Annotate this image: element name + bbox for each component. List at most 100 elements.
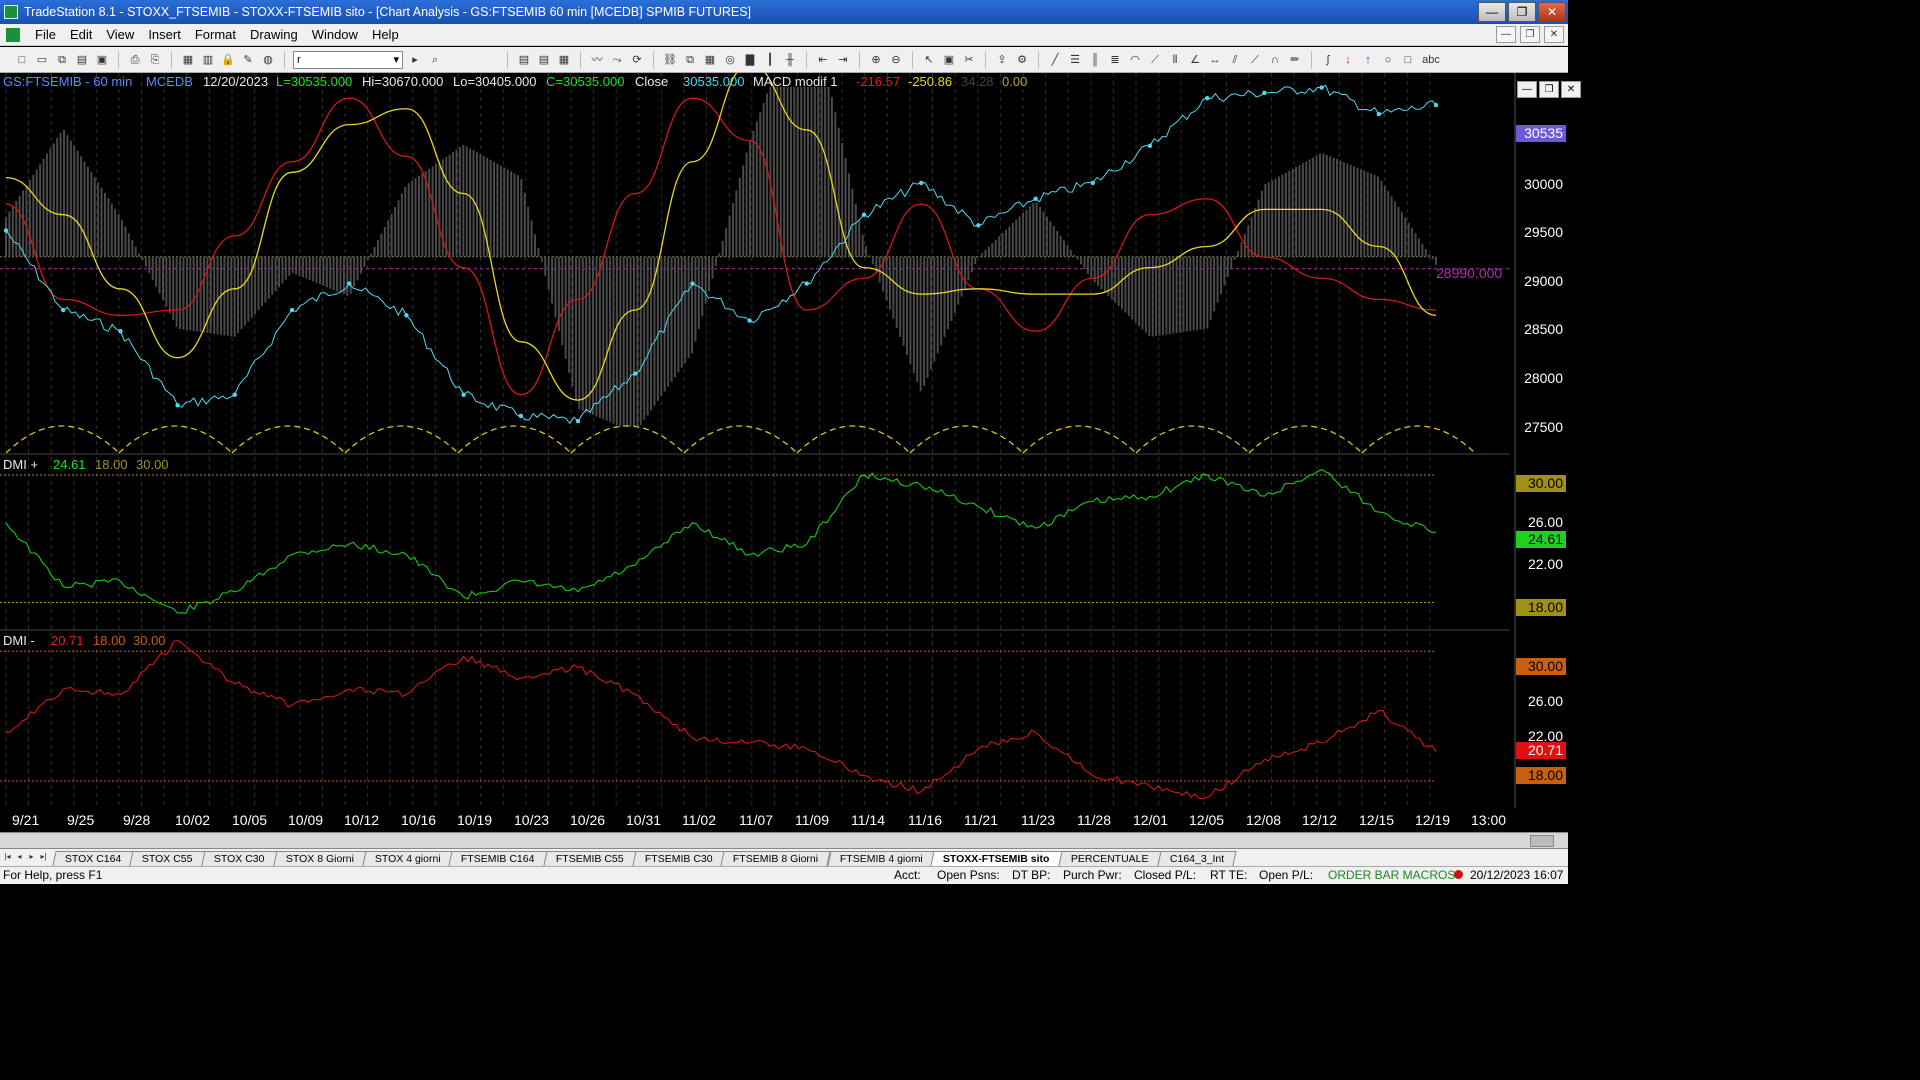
tab-stox-c164[interactable]: STOX C164 [52, 851, 135, 866]
mdi-restore-button[interactable]: ❐ [1520, 26, 1540, 43]
mdi-minimize-button[interactable]: — [1496, 26, 1516, 43]
arrow-down-icon[interactable]: ↓ [1340, 52, 1356, 68]
tab-ftsemib-c164[interactable]: FTSEMIB C164 [448, 851, 548, 866]
ohlc-icon[interactable]: ╫ [782, 52, 798, 68]
open-icon[interactable]: ▭ [34, 52, 50, 68]
drawing-icon[interactable]: ✎ [240, 52, 256, 68]
arrow-up-icon[interactable]: ↑ [1360, 52, 1376, 68]
pencil-icon[interactable]: ✏ [1287, 52, 1303, 68]
fib-icon[interactable]: ≣ [1107, 52, 1123, 68]
maximize-button[interactable]: ❐ [1508, 2, 1536, 22]
tab-stox-c55[interactable]: STOX C55 [129, 851, 206, 866]
close-button[interactable]: ✕ [1538, 2, 1566, 22]
zoom-out-icon[interactable]: ⊖ [888, 52, 904, 68]
chart-canvas[interactable] [0, 73, 1568, 808]
menu-format[interactable]: Format [188, 27, 243, 42]
expand-icon[interactable]: ⇥ [835, 52, 851, 68]
tab-last-icon[interactable]: ▸| [38, 851, 49, 863]
chart-analysis-window[interactable]: GS:FTSEMIB - 60 min MCEDB 12/20/2023 L=3… [0, 73, 1581, 848]
scroll-thumb[interactable] [1530, 835, 1554, 847]
tab-prev-icon[interactable]: ◂ [14, 851, 25, 863]
refresh-icon[interactable]: ⟳ [629, 52, 645, 68]
table-icon[interactable]: ▦ [556, 52, 572, 68]
format2-icon[interactable]: ▤ [536, 52, 552, 68]
data-window-icon[interactable]: ▥ [200, 52, 216, 68]
subwindow-restore-button[interactable]: ❐ [1539, 81, 1559, 98]
dmi-minus-value: 20.71 [51, 633, 84, 648]
new-icon[interactable]: □ [14, 52, 30, 68]
tab-stox-8-giorni[interactable]: STOX 8 Giorni [272, 851, 367, 866]
ellipse-icon[interactable]: ○ [1380, 52, 1396, 68]
tab-percentuale[interactable]: PERCENTUALE [1058, 851, 1162, 866]
menu-window[interactable]: Window [305, 27, 365, 42]
tab-stox-c30[interactable]: STOX C30 [201, 851, 278, 866]
menu-file[interactable]: File [28, 27, 63, 42]
format-icon[interactable]: ▤ [516, 52, 532, 68]
pointer-icon[interactable]: ↖ [921, 52, 937, 68]
menu-help[interactable]: Help [365, 27, 406, 42]
menu-edit[interactable]: Edit [63, 27, 99, 42]
radar-icon[interactable]: ◎ [722, 52, 738, 68]
tab-first-icon[interactable]: |◂ [2, 851, 13, 863]
tile-icon[interactable]: ▣ [941, 52, 957, 68]
vline-icon[interactable]: ║ [1087, 52, 1103, 68]
horizontal-scrollbar[interactable] [0, 832, 1568, 848]
hline-icon[interactable]: ☰ [1067, 52, 1083, 68]
angle-icon[interactable]: ∠ [1187, 52, 1203, 68]
tab-ftsemib-8-giorni[interactable]: FTSEMIB 8 Giorni [720, 851, 832, 866]
rectangle-icon[interactable]: □ [1400, 52, 1416, 68]
compress-icon[interactable]: ⇤ [815, 52, 831, 68]
chart-window-icon[interactable]: ▦ [180, 52, 196, 68]
arc-icon[interactable]: ◠ [1127, 52, 1143, 68]
tab-ftsemib-c55[interactable]: FTSEMIB C55 [543, 851, 637, 866]
price-tick-29500: 29500 [1524, 224, 1563, 240]
cycle-icon[interactable]: ⦀ [1167, 52, 1183, 68]
tools-icon[interactable]: ✂ [961, 52, 977, 68]
candle-icon[interactable]: ┃ [762, 52, 778, 68]
wave-icon[interactable]: 〰 [589, 52, 605, 68]
menu-view[interactable]: View [99, 27, 141, 42]
bar-chart-icon[interactable]: ▇ [742, 52, 758, 68]
gann-icon[interactable]: ⟋ [1147, 52, 1163, 68]
options-icon[interactable]: ⚙ [1014, 52, 1030, 68]
save-icon[interactable]: ▣ [94, 52, 110, 68]
trend-icon[interactable]: ⤳ [609, 52, 625, 68]
window-link-icon[interactable]: ⧉ [682, 52, 698, 68]
tab-stoxx-ftsemib-sito[interactable]: STOXX-FTSEMIB sito [930, 851, 1063, 866]
search-icon[interactable]: ⌕ [427, 52, 443, 68]
arc2-icon[interactable]: ∩ [1267, 52, 1283, 68]
menu-drawing[interactable]: Drawing [243, 27, 305, 42]
mdi-close-button[interactable]: ✕ [1544, 26, 1564, 43]
print-icon[interactable]: ⎙ [127, 52, 143, 68]
copy-icon[interactable]: ⧉ [54, 52, 70, 68]
tab-ftsemib-4-giorni[interactable]: FTSEMIB 4 giorni [826, 851, 935, 866]
link-icon[interactable]: ⛓ [662, 52, 678, 68]
menu-insert[interactable]: Insert [141, 27, 188, 42]
lock-icon[interactable]: 🔒 [220, 52, 236, 68]
minimize-button[interactable]: — [1478, 2, 1506, 22]
text-icon[interactable]: abc [1420, 52, 1442, 68]
order-bar-macros[interactable]: ORDER BAR MACROS [1328, 868, 1455, 882]
trendline-icon[interactable]: ╱ [1047, 52, 1063, 68]
globe-icon[interactable]: ◍ [260, 52, 276, 68]
play-icon[interactable]: ▸ [407, 52, 423, 68]
curve-icon[interactable]: ∫ [1320, 52, 1336, 68]
chart-doc-icon[interactable] [6, 27, 20, 42]
close-word-label: Close [635, 74, 669, 89]
subwindow-close-button[interactable]: ✕ [1561, 81, 1581, 98]
zoom-in-icon[interactable]: ⊕ [868, 52, 884, 68]
matrix-icon[interactable]: ▦ [702, 52, 718, 68]
measure-icon[interactable]: ↔ [1207, 52, 1223, 68]
export-icon[interactable]: ⇪ [994, 52, 1010, 68]
print-preview-icon[interactable]: ⎘ [147, 52, 163, 68]
symbol-combo[interactable]: r [293, 50, 403, 69]
subwindow-minimize-button[interactable]: — [1517, 81, 1537, 98]
tab-stox-4-giorni[interactable]: STOX 4 giorni [362, 851, 454, 866]
tab-ftsemib-c30[interactable]: FTSEMIB C30 [632, 851, 725, 866]
tab-c164-3-int[interactable]: C164_3_Int [1156, 851, 1237, 866]
tab-next-icon[interactable]: ▸ [26, 851, 37, 863]
channel-icon[interactable]: ⫽ [1227, 52, 1243, 68]
speedline-icon[interactable]: ⟋ [1247, 52, 1263, 68]
paste-icon[interactable]: ▤ [74, 52, 90, 68]
x-tick: 12/15 [1359, 812, 1395, 828]
